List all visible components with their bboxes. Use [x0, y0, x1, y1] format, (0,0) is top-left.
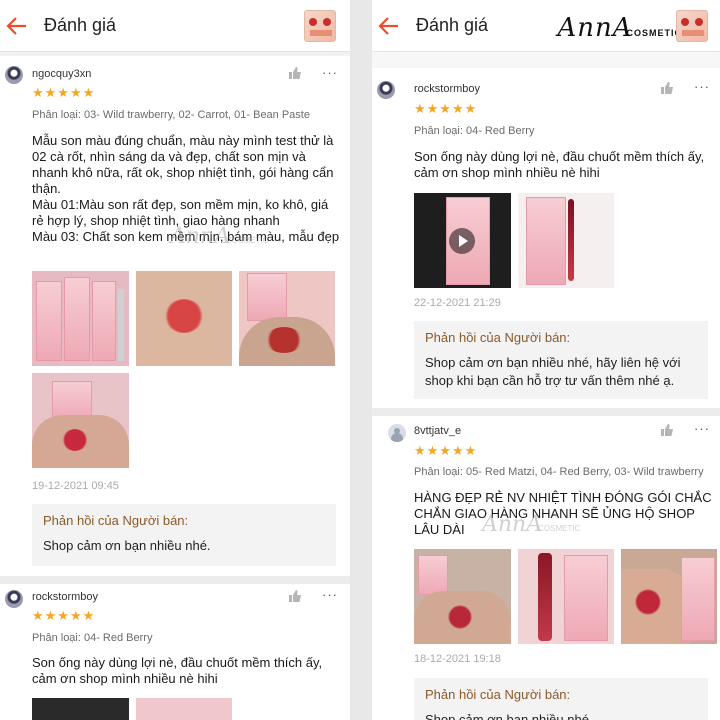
- more-options-icon[interactable]: ···: [322, 65, 338, 80]
- avatar[interactable]: [5, 590, 23, 608]
- divider: [0, 576, 350, 584]
- header: Đánh giá AnnACOSMETIC: [372, 0, 720, 52]
- watermark: AnnACOSMETIC: [170, 224, 268, 249]
- review-date: 19-12-2021 09:45: [32, 480, 119, 492]
- divider: [372, 52, 720, 68]
- watermark-script: AnnA: [482, 512, 543, 537]
- star-rating: ★★★★★: [32, 608, 96, 623]
- review-username[interactable]: ngocquy3xn: [32, 68, 91, 80]
- avatar[interactable]: [377, 81, 395, 99]
- review-photo[interactable]: [518, 549, 614, 644]
- watermark-sub: COSMETIC: [226, 236, 269, 245]
- lipstick-tube: [568, 199, 574, 281]
- review-photo[interactable]: [32, 698, 129, 720]
- review-photo[interactable]: [621, 549, 717, 644]
- lip-swatch: [164, 299, 204, 333]
- lipstick-tube: [538, 553, 552, 641]
- product-box: [92, 281, 116, 361]
- review-card: rockstormboy ··· ★★★★★ Phân loại: 04- Re…: [0, 584, 350, 720]
- review-video[interactable]: [414, 193, 511, 288]
- seller-reply-text: Shop cảm ơn bạn nhiều nhé.: [43, 538, 211, 553]
- seller-reply: Phản hồi của Người bán: Shop cảm ơn bạn …: [32, 504, 336, 566]
- review-username[interactable]: 8vttjatv_e: [414, 425, 461, 437]
- review-username[interactable]: rockstormboy: [32, 591, 98, 603]
- review-username[interactable]: rockstormboy: [414, 83, 480, 95]
- product-box: [564, 555, 608, 641]
- watermark-script: AnnA: [170, 224, 231, 249]
- review-photo[interactable]: [414, 549, 511, 644]
- avatar[interactable]: [5, 66, 23, 84]
- seller-reply: Phản hồi của Người bán: Shop cảm ơn bạn …: [414, 321, 708, 399]
- seller-reply-text: Shop cảm ơn bạn nhiều nhé.: [425, 712, 593, 720]
- lipstick-tube: [118, 289, 124, 361]
- review-text: Son ống này dùng lợi nè, đầu chuốt mềm t…: [414, 149, 705, 180]
- review-date: 22-12-2021 21:29: [414, 297, 501, 309]
- thumbs-up-icon[interactable]: [660, 423, 674, 437]
- page-title: Đánh giá: [44, 15, 117, 35]
- star-rating: ★★★★★: [414, 101, 478, 116]
- play-icon[interactable]: [449, 228, 475, 254]
- more-options-icon[interactable]: ···: [694, 421, 710, 436]
- review-photo[interactable]: [239, 271, 335, 366]
- more-options-icon[interactable]: ···: [694, 79, 710, 94]
- product-box: [418, 555, 448, 595]
- review-photo[interactable]: [518, 193, 614, 288]
- thumbs-up-icon[interactable]: [288, 66, 302, 80]
- page-title: Đánh giá: [416, 15, 489, 35]
- review-variant: Phân loại: 05- Red Matzi, 04- Red Berry,…: [414, 466, 704, 478]
- review-variant: Phân loại: 03- Wild trawberry, 02- Carro…: [32, 109, 310, 121]
- product-box: [36, 281, 62, 361]
- review-variant: Phân loại: 04- Red Berry: [32, 632, 153, 644]
- divider: [372, 408, 720, 416]
- thumbs-up-icon[interactable]: [660, 81, 674, 95]
- product-box: [526, 197, 566, 285]
- header: Đánh giá: [0, 0, 350, 52]
- lip-swatch: [265, 327, 303, 353]
- back-arrow-icon[interactable]: [376, 14, 402, 38]
- review-variant: Phân loại: 04- Red Berry: [414, 125, 535, 137]
- watermark: AnnACOSMETIC: [482, 512, 580, 537]
- product-thumbnail[interactable]: [304, 10, 336, 42]
- review-date: 18-12-2021 19:18: [414, 653, 501, 665]
- thumbs-up-icon[interactable]: [288, 589, 302, 603]
- review-card: rockstormboy ··· ★★★★★ Phân loại: 04- Re…: [372, 68, 720, 408]
- seller-reply-title: Phản hồi của Người bán:: [425, 330, 571, 345]
- review-photo[interactable]: [32, 373, 129, 468]
- product-box: [64, 277, 90, 361]
- star-rating: ★★★★★: [32, 85, 96, 100]
- product-box: [247, 273, 287, 321]
- avatar[interactable]: [388, 424, 406, 442]
- right-screenshot: Đánh giá AnnACOSMETIC rockstormboy ··· ★…: [372, 0, 720, 720]
- seller-reply-text: Shop cảm ơn bạn nhiều nhé, hãy liên hệ v…: [425, 355, 681, 388]
- lip-swatch: [635, 589, 661, 615]
- review-text: Son ống này dùng lợi nè, đầu chuốt mềm t…: [32, 655, 323, 686]
- review-photo[interactable]: [136, 271, 232, 366]
- watermark-sub: COSMETIC: [538, 524, 581, 533]
- more-options-icon[interactable]: ···: [322, 587, 338, 602]
- lip-swatch: [448, 605, 472, 629]
- seller-reply-title: Phản hồi của Người bán:: [43, 513, 189, 528]
- seller-reply: Phản hồi của Người bán: Shop cảm ơn bạn …: [414, 678, 708, 720]
- review-card: 8vttjatv_e ··· ★★★★★ Phân loại: 05- Red …: [372, 416, 720, 720]
- back-arrow-icon[interactable]: [4, 14, 30, 38]
- brand-logo-sub: COSMETIC: [626, 28, 682, 38]
- review-photo[interactable]: [136, 698, 232, 720]
- star-rating: ★★★★★: [414, 443, 478, 458]
- lip-swatch: [62, 429, 88, 451]
- review-photo[interactable]: [32, 271, 129, 366]
- brand-logo-script: AnnA: [557, 13, 633, 43]
- seller-reply-title: Phản hồi của Người bán:: [425, 687, 571, 702]
- brand-logo: AnnACOSMETIC: [557, 13, 682, 43]
- review-card: ngocquy3xn ··· ★★★★★ Phân loại: 03- Wild…: [0, 56, 350, 576]
- left-screenshot: Đánh giá ngocquy3xn ··· ★★★★★ Phân loại:…: [0, 0, 350, 720]
- product-thumbnail[interactable]: [676, 10, 708, 42]
- product-box: [681, 557, 715, 641]
